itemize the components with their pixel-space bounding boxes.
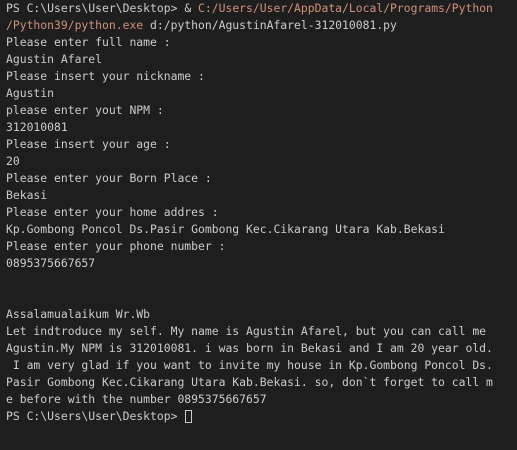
command-line: PS C:\Users\User\Desktop> & C:/Users/Use… (6, 0, 517, 17)
output-greeting: Assalamualaikum Wr.Wb (6, 307, 151, 321)
input-full-name: Agustin Afarel (6, 52, 103, 66)
call-operator: & (184, 1, 199, 15)
input-age: 20 (6, 154, 20, 168)
terminal-panel[interactable]: PS C:\Users\User\Desktop> & C:/Users/Use… (0, 0, 517, 450)
input-phone-number: 0895375667657 (6, 256, 96, 270)
final-prompt-line[interactable]: PS C:\Users\User\Desktop> (6, 408, 517, 425)
script-path: d:/python/AgustinAfarel-312010081.py (143, 18, 397, 32)
prompt-nickname: Please insert your nickname : (6, 69, 205, 83)
command-line-continued: /Python39/python.exe d:/python/AgustinAf… (6, 17, 517, 34)
output-intro-line: Agustin.My NPM is 312010081. i was born … (6, 341, 493, 355)
input-npm: 312010081 (6, 120, 68, 134)
final-prompt-text: PS C:\Users\User\Desktop> (6, 409, 185, 423)
prompt-age: Please insert your age : (6, 137, 171, 151)
output-intro-line: I am very glad if you want to invite my … (6, 358, 493, 372)
python-exe-path-part1: C:/Users/User/AppData/Local/Programs/Pyt… (198, 1, 493, 15)
cursor-icon (185, 410, 193, 423)
output-intro-line: Let indtroduce my self. My name is Agust… (6, 324, 487, 338)
prompt-full-name: Please enter full name : (6, 35, 171, 49)
prompt-home-address: Please enter your home addres : (6, 205, 219, 219)
prompt-born-place: Please enter your Born Place : (6, 171, 212, 185)
prompt-npm: please enter yout NPM : (6, 103, 164, 117)
output-intro-line: Pasir Gombong Kec.Cikarang Utara Kab.Bek… (6, 375, 493, 389)
python-exe-path-part2: /Python39/python.exe (6, 18, 144, 32)
prompt-phone-number: Please enter your phone number : (6, 239, 226, 253)
input-nickname: Agustin (6, 86, 55, 100)
input-born-place: Bekasi (6, 188, 48, 202)
input-home-address: Kp.Gombong Poncol Ds.Pasir Gombong Kec.C… (6, 222, 445, 236)
output-intro-line: e before with the number 0895375667657 (6, 392, 267, 406)
prompt-text: PS C:\Users\User\Desktop> (6, 1, 185, 15)
